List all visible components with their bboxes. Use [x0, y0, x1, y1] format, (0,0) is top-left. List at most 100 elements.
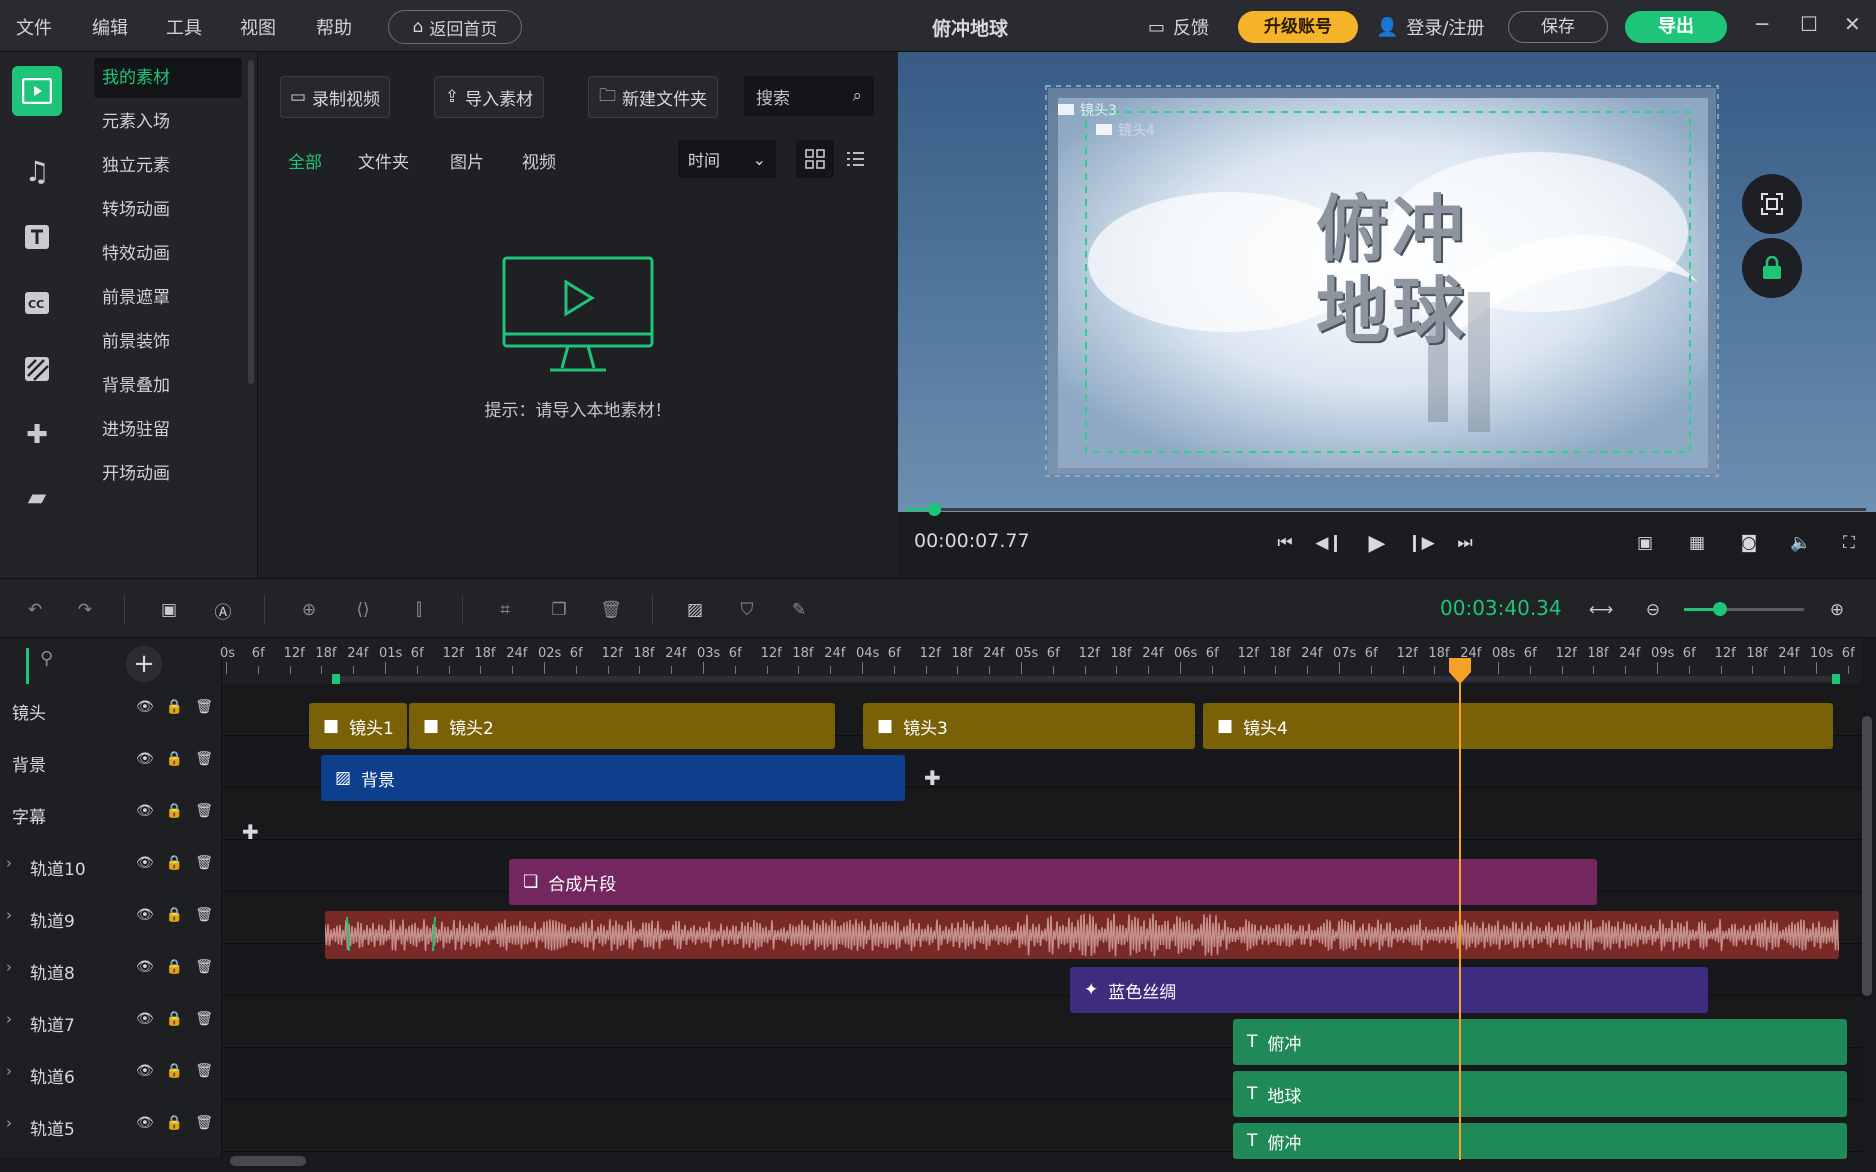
prev-frame-icon[interactable]: ◀❙ — [1312, 526, 1346, 560]
clip-background[interactable]: ▨ 背景 — [321, 755, 905, 801]
home-button[interactable]: ⌂ 返回首页 — [388, 10, 522, 44]
split-icon[interactable]: ⫿ — [404, 595, 434, 625]
time-ruler[interactable]: 0s 6f 12f 18f 24f 01s 6f 12f 18f 24f 02s 6f 12f 18f 24… — [220, 638, 1862, 684]
category-opening[interactable]: 开场动画 — [94, 454, 242, 494]
clip-text3[interactable]: T 俯冲 — [1233, 1123, 1847, 1159]
lock-icon[interactable]: 🔒 — [166, 803, 183, 819]
fit-timeline-icon[interactable]: ⟷ — [1586, 595, 1616, 625]
clip-text2[interactable]: T 地球 — [1233, 1071, 1847, 1117]
add-subtitle-icon[interactable]: ✚ — [242, 820, 259, 844]
lock-icon[interactable]: 🔒 — [166, 1011, 183, 1027]
list-view-button[interactable] — [836, 140, 874, 178]
grid-overlay-icon[interactable]: ▦ — [1680, 526, 1714, 560]
delete-icon[interactable]: 🗑 — [596, 595, 626, 625]
category-my-assets[interactable]: 我的素材 — [94, 58, 242, 98]
menu-file[interactable]: 文件 — [16, 14, 52, 40]
zoom-slider[interactable] — [1684, 602, 1804, 616]
eye-icon[interactable]: 👁 — [136, 907, 154, 923]
trash-icon[interactable]: 🗑 — [195, 699, 213, 715]
category-standalone[interactable]: 独立元素 — [94, 146, 242, 186]
volume-icon[interactable]: 🔈 — [1784, 526, 1818, 560]
menu-edit[interactable]: 编辑 — [92, 14, 128, 40]
clip-shot1[interactable]: ■ 镜头1 — [309, 703, 407, 749]
trash-icon[interactable]: 🗑 — [195, 959, 213, 975]
copy-icon[interactable]: ❐ — [544, 595, 574, 625]
work-area-end[interactable] — [1832, 674, 1840, 684]
lock-icon[interactable]: 🔒 — [166, 907, 183, 923]
trash-icon[interactable]: 🗑 — [195, 1011, 213, 1027]
anchor-icon[interactable]: Ⓐ — [208, 595, 238, 625]
feedback-button[interactable]: ▭ 反馈 — [1148, 14, 1209, 40]
locate-icon[interactable]: ⊕ — [294, 595, 324, 625]
search-input[interactable]: 搜索 ⌕ — [744, 76, 874, 116]
grid-view-button[interactable] — [796, 140, 834, 178]
filter-image[interactable]: 图片 — [450, 148, 484, 173]
sort-select[interactable]: 时间 ⌄ — [678, 140, 776, 178]
trash-icon[interactable]: 🗑 — [195, 1115, 213, 1131]
eye-icon[interactable]: 👁 — [136, 855, 154, 871]
trash-icon[interactable]: 🗑 — [195, 907, 213, 923]
category-foreground-decor[interactable]: 前景装饰 — [94, 322, 242, 362]
lock-icon[interactable]: 🔒 — [166, 1063, 183, 1079]
skip-start-icon[interactable]: ⏮ — [1268, 526, 1302, 560]
zoom-slider-knob[interactable] — [1713, 602, 1727, 616]
eye-icon[interactable]: 👁 — [136, 1115, 154, 1131]
category-enter-stay[interactable]: 进场驻留 — [94, 410, 242, 450]
minimize-icon[interactable]: ─ — [1756, 12, 1768, 36]
plugin-icon[interactable]: ✚ — [12, 410, 62, 460]
category-effect[interactable]: 特效动画 — [94, 234, 242, 274]
redo-icon[interactable]: ↷ — [70, 595, 100, 625]
trash-icon[interactable]: 🗑 — [195, 1063, 213, 1079]
trash-icon[interactable]: 🗑 — [195, 803, 213, 819]
clip-blue-silk[interactable]: ✦ 蓝色丝绸 — [1070, 967, 1708, 1013]
lock-icon[interactable]: 🔒 — [166, 1115, 183, 1131]
play-icon[interactable]: ▶ — [1360, 526, 1394, 560]
clip-shot3[interactable]: ■ 镜头3 — [863, 703, 1195, 749]
code-icon[interactable]: ⟨⟩ — [348, 595, 378, 625]
filter-all[interactable]: 全部 — [288, 148, 322, 173]
pattern-icon[interactable] — [12, 344, 62, 394]
timeline-playhead[interactable] — [1459, 668, 1461, 1160]
clip-text1[interactable]: T 俯冲 — [1233, 1019, 1847, 1065]
filter-video[interactable]: 视频 — [522, 148, 556, 173]
image-edit-icon[interactable]: ▨ — [680, 595, 710, 625]
trash-icon[interactable]: 🗑 — [195, 855, 213, 871]
work-area-start[interactable] — [332, 674, 340, 684]
login-button[interactable]: 👤 登录/注册 — [1376, 14, 1485, 40]
clip-shot2[interactable]: ■ 镜头2 — [409, 703, 835, 749]
new-folder-button[interactable]: 🗀 新建文件夹 — [588, 76, 718, 118]
save-button[interactable]: 保存 — [1508, 11, 1608, 43]
upgrade-button[interactable]: 升级账号 — [1238, 11, 1358, 43]
undo-icon[interactable]: ↶ — [20, 595, 50, 625]
fullscreen-icon[interactable]: ⛶ — [1832, 526, 1866, 560]
chevron-right-icon[interactable]: › — [6, 854, 12, 872]
chevron-right-icon[interactable]: › — [6, 1062, 12, 1080]
zoom-out-icon[interactable]: ⊖ — [1638, 595, 1668, 625]
lock-icon[interactable]: 🔒 — [166, 751, 183, 767]
timeline-horizontal-scrollbar[interactable] — [230, 1156, 306, 1166]
category-transition[interactable]: 转场动画 — [94, 190, 242, 230]
chevron-right-icon[interactable]: › — [6, 958, 12, 976]
record-video-button[interactable]: ▭ 录制视频 — [280, 76, 390, 118]
preview-canvas[interactable]: 镜头3 镜头4 俯冲 地球 — [898, 52, 1876, 512]
category-element-enter[interactable]: 元素入场 — [94, 102, 242, 142]
chevron-right-icon[interactable]: › — [6, 1114, 12, 1132]
folder-icon[interactable]: ▰ — [12, 472, 62, 522]
add-track-icon[interactable]: + — [126, 646, 162, 682]
trash-icon[interactable]: 🗑 — [195, 751, 213, 767]
eye-icon[interactable]: 👁 — [136, 959, 154, 975]
add-camera-icon[interactable]: ▣ — [154, 595, 184, 625]
lock-icon[interactable]: 🔒 — [166, 699, 183, 715]
fit-screen-button[interactable] — [1742, 174, 1802, 234]
filter-folder[interactable]: 文件夹 — [358, 148, 409, 173]
eye-icon[interactable]: 👁 — [136, 803, 154, 819]
clip-audio[interactable] — [325, 911, 1839, 959]
screen-record-icon[interactable]: ▣ — [1628, 526, 1662, 560]
media-icon[interactable] — [12, 66, 62, 116]
menu-help[interactable]: 帮助 — [316, 14, 352, 40]
chevron-right-icon[interactable]: › — [6, 1010, 12, 1028]
close-icon[interactable]: ✕ — [1844, 12, 1861, 36]
work-area-bar[interactable] — [334, 676, 1834, 682]
eye-icon[interactable]: 👁 — [136, 751, 154, 767]
category-foreground-mask[interactable]: 前景遮罩 — [94, 278, 242, 318]
